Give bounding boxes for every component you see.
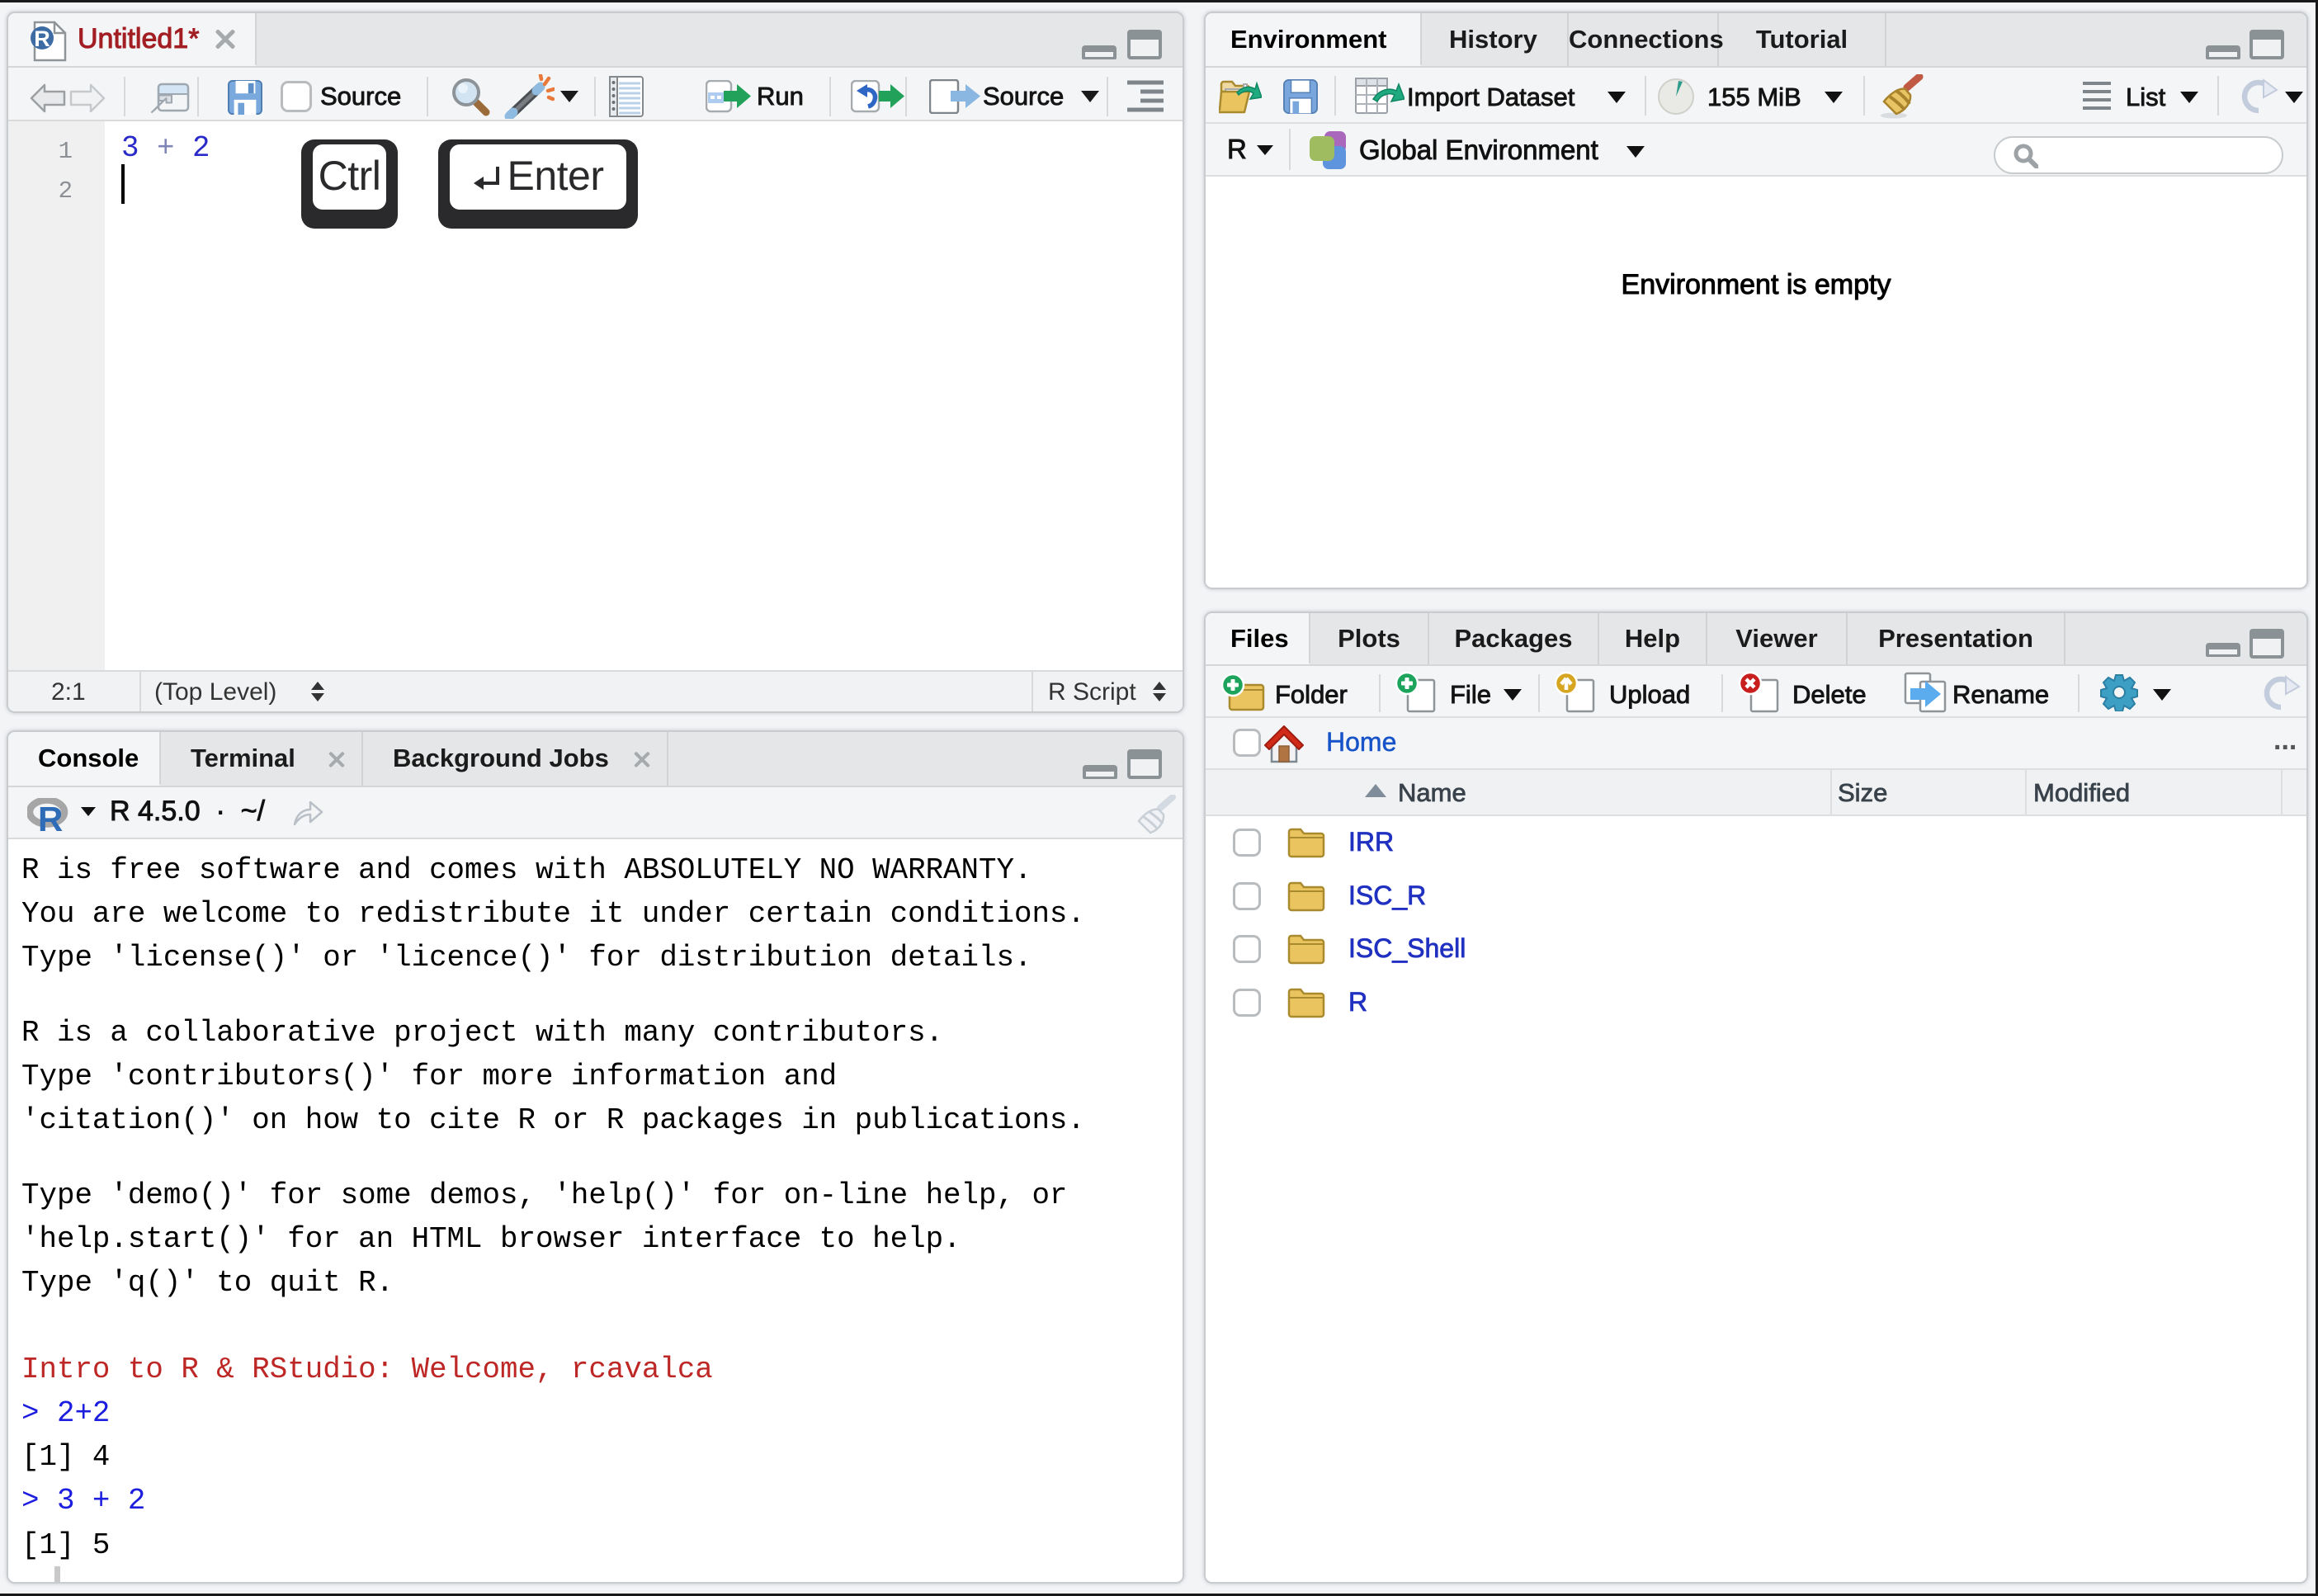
svg-text:R: R [38,800,63,833]
svg-text:R: R [34,26,50,51]
